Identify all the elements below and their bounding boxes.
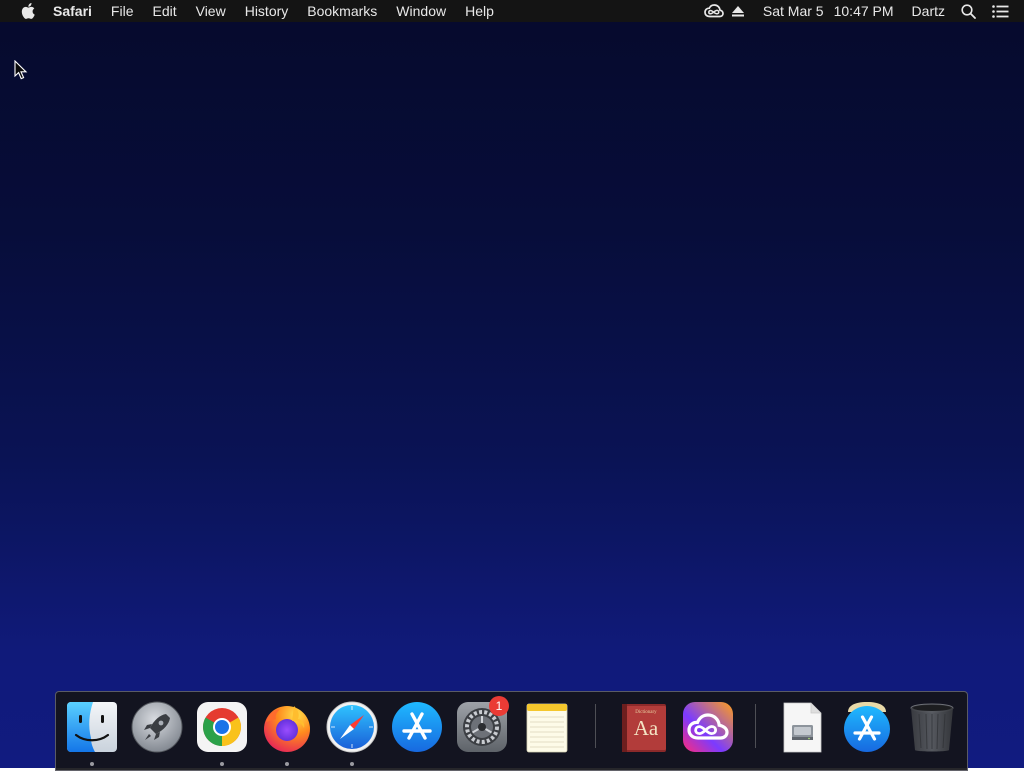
safari-icon (326, 701, 378, 753)
dock-separator (755, 704, 756, 748)
notification-badge: 1 (489, 696, 509, 716)
chrome-icon (197, 702, 247, 752)
svg-text:Dictionary: Dictionary (635, 710, 657, 715)
dock-item-notes[interactable] (520, 700, 574, 754)
menu-edit[interactable]: Edit (143, 0, 186, 22)
dock-item-app-store-downloads[interactable] (840, 700, 894, 754)
trash-icon (910, 703, 954, 752)
finder-icon (67, 702, 117, 752)
running-indicator (90, 762, 94, 766)
dock-item-firefox[interactable] (260, 700, 314, 754)
time-display[interactable]: 10:47 PM (830, 0, 898, 22)
app-store-icon (392, 702, 442, 752)
menu-app-name[interactable]: Safari (53, 0, 101, 22)
menu-file[interactable]: File (101, 0, 143, 22)
dock-item-chrome[interactable] (195, 700, 249, 754)
firefox-icon (264, 706, 310, 752)
mouse-pointer-icon (14, 59, 28, 80)
user-account-menu[interactable]: Dartz (908, 0, 949, 22)
creative-cloud-icon (683, 702, 733, 752)
dock-item-safari[interactable] (325, 700, 379, 754)
dock-item-dictionary[interactable]: Dictionary Aa (616, 700, 670, 754)
menu-history[interactable]: History (235, 0, 298, 22)
dock-item-creative-cloud[interactable] (681, 700, 735, 754)
running-indicator (350, 762, 354, 766)
running-indicator (220, 762, 224, 766)
notes-icon (526, 703, 568, 753)
dock: 1 Dictionary Aa (55, 691, 968, 771)
notification-center-icon[interactable] (991, 0, 1009, 22)
document-icon (783, 702, 822, 753)
dock-item-finder[interactable] (65, 700, 119, 754)
dock-item-system-preferences[interactable]: 1 (455, 696, 509, 754)
dock-item-trash[interactable] (905, 700, 959, 754)
menu-view[interactable]: View (186, 0, 235, 22)
spotlight-search-icon[interactable] (959, 0, 977, 22)
menu-help[interactable]: Help (456, 0, 504, 22)
creative-cloud-status-icon[interactable] (703, 0, 725, 22)
dock-item-launchpad[interactable] (130, 700, 184, 754)
running-indicator (285, 762, 289, 766)
eject-icon[interactable] (730, 0, 746, 22)
dock-separator (595, 704, 596, 748)
desktop-background[interactable] (0, 0, 1024, 768)
app-store-download-icon (844, 702, 890, 752)
dock-item-installer-document[interactable] (775, 700, 829, 754)
menu-window[interactable]: Window (387, 0, 456, 22)
apple-menu-icon[interactable] (18, 0, 38, 22)
launchpad-icon (131, 701, 183, 753)
dictionary-glyph: Aa (633, 716, 659, 740)
date-display[interactable]: Sat Mar 5 (759, 0, 828, 22)
menu-bookmarks[interactable]: Bookmarks (298, 0, 387, 22)
dock-item-app-store[interactable] (390, 700, 444, 754)
menu-bar: Safari File Edit View History Bookmarks … (0, 0, 1024, 22)
